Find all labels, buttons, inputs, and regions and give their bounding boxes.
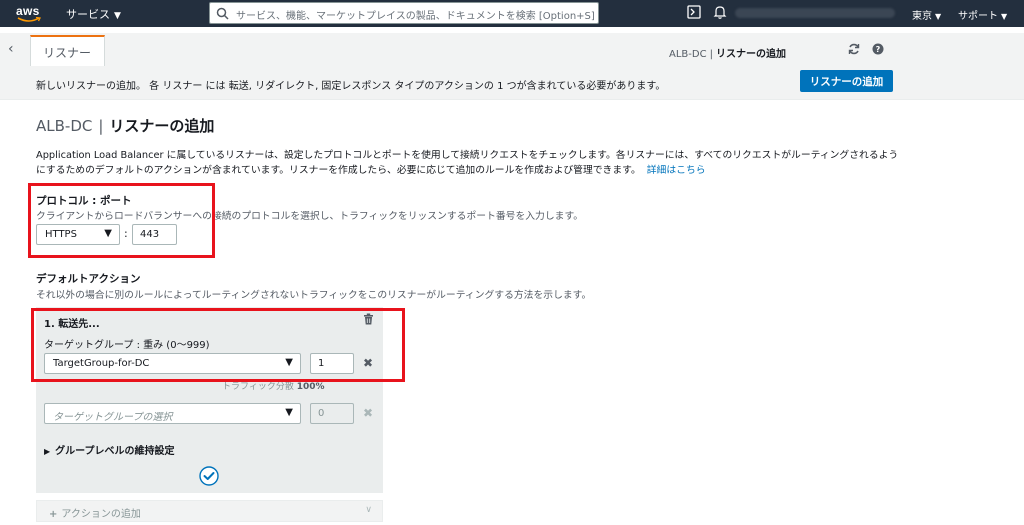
add-action-label: + アクションの追加: [49, 505, 141, 520]
default-action-description: それ以外の場合に別のルールによってルーティングされないトラフィックをこのリスナー…: [36, 290, 592, 301]
traffic-value: 100%: [296, 382, 325, 392]
add-listener-button[interactable]: リスナーの追加: [800, 70, 893, 92]
chevron-down-icon: ∨: [365, 505, 372, 515]
aws-logo-text: aws: [16, 4, 40, 18]
target-group-placeholder: ターゲットグループの選択: [53, 412, 173, 423]
breadcrumb: ALB-DC | リスナーの追加: [669, 45, 786, 60]
search-icon: [216, 7, 229, 20]
page-description-text: Application Load Balancer に属しているリスナーは、設定…: [36, 150, 899, 176]
page-description: Application Load Balancer に属しているリスナーは、設定…: [36, 148, 906, 178]
highlight-forward-action: [31, 308, 405, 382]
cloudshell-icon[interactable]: [687, 5, 701, 19]
search-input[interactable]: サービス、機能、マーケットプレイスの製品、ドキュメントを検索 [Option+S…: [209, 2, 599, 24]
plus-icon: +: [49, 509, 58, 520]
tab-listeners[interactable]: リスナー: [30, 35, 105, 66]
bell-icon[interactable]: [713, 5, 727, 20]
confirm-check-icon[interactable]: [199, 466, 219, 486]
add-action-button[interactable]: + アクションの追加 ∨: [36, 500, 383, 522]
breadcrumb-separator: |: [709, 49, 713, 60]
group-stickiness-label: グループレベルの維持設定: [55, 446, 175, 457]
default-action-title: デフォルトアクション: [36, 273, 141, 285]
add-action-text: アクションの追加: [61, 509, 141, 520]
back-arrow-icon[interactable]: ‹: [8, 41, 14, 57]
highlight-protocol-port: [28, 183, 215, 258]
aws-logo[interactable]: aws: [16, 4, 46, 24]
refresh-icon[interactable]: [848, 43, 860, 55]
weight-input-empty[interactable]: 0: [310, 403, 354, 424]
caret-down-icon: ▼: [285, 407, 293, 418]
breadcrumb-current: リスナーの追加: [715, 49, 786, 60]
services-menu[interactable]: サービス ▼: [66, 6, 121, 22]
caret-down-icon: ▼: [935, 12, 942, 21]
caret-down-icon: ▼: [1001, 12, 1008, 21]
page-title: ALB-DC | リスナーの追加: [36, 115, 214, 136]
target-group-select-empty[interactable]: ターゲットグループの選択 ▼: [44, 403, 301, 424]
page-title-separator: |: [98, 117, 104, 135]
support-label: サポート: [958, 11, 998, 22]
weight-empty-value: 0: [318, 408, 325, 419]
region-menu[interactable]: 東京 ▼: [912, 7, 941, 22]
info-bar: 新しいリスナーの追加。 各 リスナー には 転送, リダイレクト, 固定レスポン…: [0, 66, 1024, 100]
info-message: 新しいリスナーの追加。 各 リスナー には 転送, リダイレクト, 固定レスポン…: [36, 81, 666, 92]
page-title-prefix: ALB-DC: [36, 117, 93, 135]
traffic-label: トラフィック分散: [222, 382, 294, 392]
top-nav: aws サービス ▼ サービス、機能、マーケットプレイスの製品、ドキュメントを検索…: [0, 0, 1024, 27]
details-link[interactable]: 詳細はこちら: [647, 165, 706, 176]
remove-target-icon-disabled: ✖: [363, 406, 374, 420]
services-label: サービス: [66, 8, 110, 21]
page-title-text: リスナーの追加: [109, 117, 215, 135]
support-menu[interactable]: サポート ▼: [958, 7, 1007, 22]
group-stickiness-toggle[interactable]: ▶ グループレベルの維持設定: [44, 442, 175, 457]
account-menu[interactable]: [735, 8, 895, 18]
aws-smile-icon: [17, 17, 41, 22]
tab-bar: ‹ リスナー ALB-DC | リスナーの追加 ?: [0, 33, 1024, 66]
search-placeholder: サービス、機能、マーケットプレイスの製品、ドキュメントを検索 [Option+S…: [236, 11, 595, 22]
svg-text:?: ?: [876, 45, 881, 54]
tab-listeners-label: リスナー: [43, 46, 92, 60]
help-icon[interactable]: ?: [872, 43, 884, 55]
region-label: 東京: [912, 11, 932, 22]
caret-down-icon: ▼: [114, 11, 121, 21]
caret-right-icon: ▶: [44, 447, 51, 456]
breadcrumb-parent[interactable]: ALB-DC: [669, 49, 707, 60]
